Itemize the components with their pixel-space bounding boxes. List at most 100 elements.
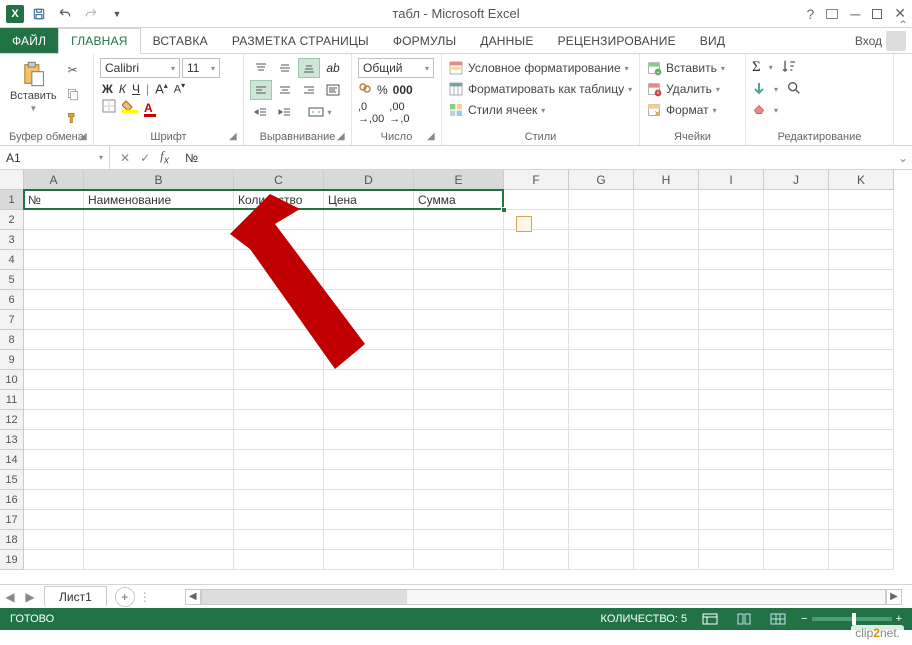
- cell-I17[interactable]: [699, 510, 764, 530]
- cell-A16[interactable]: [24, 490, 84, 510]
- sheet-nav-prev-icon[interactable]: ◀: [0, 590, 20, 604]
- cell-B14[interactable]: [84, 450, 234, 470]
- column-headers[interactable]: ABCDEFGHIJK: [24, 170, 894, 190]
- cell-H16[interactable]: [634, 490, 699, 510]
- cell-B11[interactable]: [84, 390, 234, 410]
- cell-F14[interactable]: [504, 450, 569, 470]
- cell-G3[interactable]: [569, 230, 634, 250]
- col-header-I[interactable]: I: [699, 170, 764, 190]
- row-header-18[interactable]: 18: [0, 530, 24, 550]
- cell-E17[interactable]: [414, 510, 504, 530]
- cell-A6[interactable]: [24, 290, 84, 310]
- cell-F1[interactable]: [504, 190, 569, 210]
- cell-I7[interactable]: [699, 310, 764, 330]
- cell-H1[interactable]: [634, 190, 699, 210]
- cell-G13[interactable]: [569, 430, 634, 450]
- cell-K17[interactable]: [829, 510, 894, 530]
- cell-F9[interactable]: [504, 350, 569, 370]
- cell-F2[interactable]: [504, 210, 569, 230]
- fx-icon[interactable]: fx: [160, 148, 179, 167]
- format-as-table-button[interactable]: Форматировать как таблицу▾: [448, 79, 632, 99]
- cell-I12[interactable]: [699, 410, 764, 430]
- undo-icon[interactable]: [54, 3, 76, 25]
- sort-filter-icon[interactable]: [781, 58, 797, 77]
- accounting-format-icon[interactable]: [358, 81, 372, 98]
- cell-F7[interactable]: [504, 310, 569, 330]
- cell-C6[interactable]: [234, 290, 324, 310]
- cell-E2[interactable]: [414, 210, 504, 230]
- format-cells-button[interactable]: Формат▾: [646, 100, 717, 120]
- cell-C15[interactable]: [234, 470, 324, 490]
- font-name-select[interactable]: Calibri▾: [100, 58, 180, 78]
- cell-A13[interactable]: [24, 430, 84, 450]
- cell-K19[interactable]: [829, 550, 894, 570]
- row-header-10[interactable]: 10: [0, 370, 24, 390]
- row-header-19[interactable]: 19: [0, 550, 24, 570]
- minimize-icon[interactable]: ─: [850, 6, 860, 22]
- scroll-left-icon[interactable]: ◀: [185, 589, 201, 605]
- row-header-12[interactable]: 12: [0, 410, 24, 430]
- cell-G16[interactable]: [569, 490, 634, 510]
- cell-C13[interactable]: [234, 430, 324, 450]
- cell-E9[interactable]: [414, 350, 504, 370]
- cell-I1[interactable]: [699, 190, 764, 210]
- col-header-K[interactable]: K: [829, 170, 894, 190]
- cell-D4[interactable]: [324, 250, 414, 270]
- cancel-formula-icon[interactable]: ✕: [120, 151, 130, 165]
- tab-formulas[interactable]: ФОРМУЛЫ: [381, 28, 468, 53]
- cell-D19[interactable]: [324, 550, 414, 570]
- format-painter-icon[interactable]: [63, 108, 83, 128]
- cell-E13[interactable]: [414, 430, 504, 450]
- italic-button[interactable]: К: [119, 82, 126, 96]
- font-launcher-icon[interactable]: ◢: [229, 131, 241, 143]
- row-header-4[interactable]: 4: [0, 250, 24, 270]
- cell-J12[interactable]: [764, 410, 829, 430]
- cell-F17[interactable]: [504, 510, 569, 530]
- row-header-13[interactable]: 13: [0, 430, 24, 450]
- cell-E18[interactable]: [414, 530, 504, 550]
- cell-F15[interactable]: [504, 470, 569, 490]
- cell-J14[interactable]: [764, 450, 829, 470]
- tab-home[interactable]: ГЛАВНАЯ: [58, 28, 140, 54]
- cell-D17[interactable]: [324, 510, 414, 530]
- cell-H10[interactable]: [634, 370, 699, 390]
- cell-styles-button[interactable]: Стили ячеек▾: [448, 100, 545, 120]
- cell-A17[interactable]: [24, 510, 84, 530]
- cell-A10[interactable]: [24, 370, 84, 390]
- cell-J4[interactable]: [764, 250, 829, 270]
- new-sheet-icon[interactable]: +: [115, 587, 135, 607]
- cell-C17[interactable]: [234, 510, 324, 530]
- formula-input[interactable]: №: [179, 151, 894, 165]
- cell-B18[interactable]: [84, 530, 234, 550]
- cell-J9[interactable]: [764, 350, 829, 370]
- cell-F3[interactable]: [504, 230, 569, 250]
- zoom-out-icon[interactable]: −: [801, 613, 807, 625]
- cell-A4[interactable]: [24, 250, 84, 270]
- merge-center-icon[interactable]: ▾: [298, 102, 342, 122]
- cell-D16[interactable]: [324, 490, 414, 510]
- cell-C11[interactable]: [234, 390, 324, 410]
- borders-icon[interactable]: [102, 99, 116, 116]
- tab-page-layout[interactable]: РАЗМЕТКА СТРАНИЦЫ: [220, 28, 381, 53]
- cell-K7[interactable]: [829, 310, 894, 330]
- cell-K1[interactable]: [829, 190, 894, 210]
- cell-A19[interactable]: [24, 550, 84, 570]
- cell-J2[interactable]: [764, 210, 829, 230]
- number-launcher-icon[interactable]: ◢: [427, 131, 439, 143]
- cell-F10[interactable]: [504, 370, 569, 390]
- cell-K10[interactable]: [829, 370, 894, 390]
- cell-C7[interactable]: [234, 310, 324, 330]
- cell-A5[interactable]: [24, 270, 84, 290]
- align-left-icon[interactable]: [250, 80, 272, 100]
- select-all-corner[interactable]: [0, 170, 24, 190]
- row-header-6[interactable]: 6: [0, 290, 24, 310]
- collapse-ribbon-icon[interactable]: ⌃: [894, 18, 912, 109]
- cell-B1[interactable]: Наименование: [84, 190, 234, 210]
- cell-K16[interactable]: [829, 490, 894, 510]
- ribbon-display-icon[interactable]: [826, 9, 838, 19]
- row-header-11[interactable]: 11: [0, 390, 24, 410]
- align-right-icon[interactable]: [298, 80, 320, 100]
- cell-G9[interactable]: [569, 350, 634, 370]
- bold-button[interactable]: Ж: [102, 82, 113, 96]
- fill-handle[interactable]: [501, 207, 507, 213]
